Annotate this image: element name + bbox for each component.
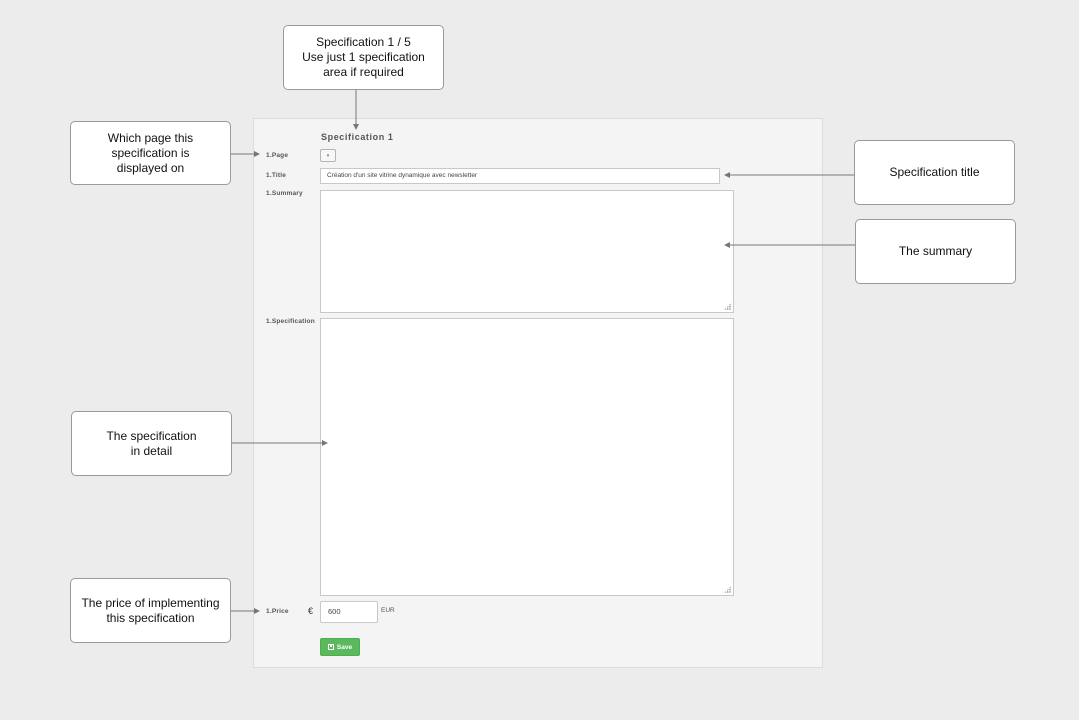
connector-arrows xyxy=(231,90,855,614)
